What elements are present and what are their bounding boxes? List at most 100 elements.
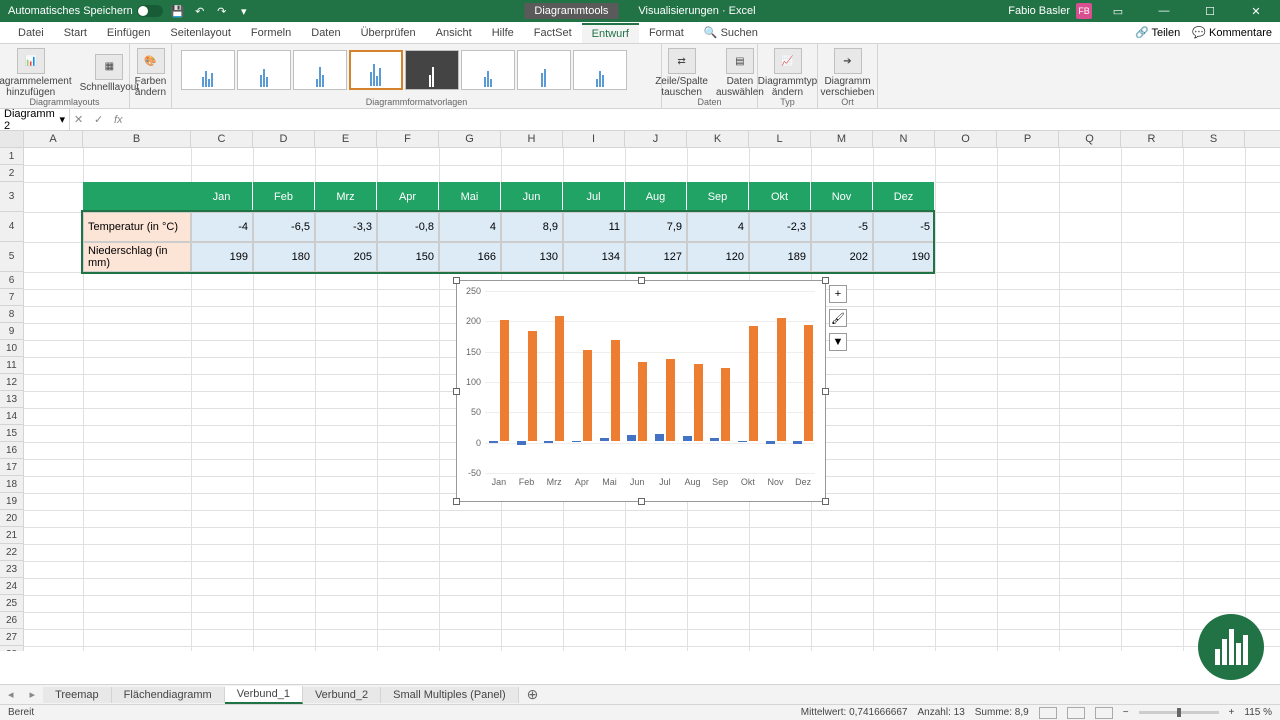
chart-bar[interactable]	[500, 320, 509, 441]
resize-handle[interactable]	[453, 498, 460, 505]
table-cell[interactable]: -5	[811, 212, 873, 242]
tab-daten[interactable]: Daten	[301, 24, 350, 42]
chart-style-thumb[interactable]	[181, 50, 235, 90]
table-header-cell[interactable]: Aug	[625, 182, 687, 212]
enter-icon[interactable]: ✓	[94, 113, 108, 126]
tab-format[interactable]: Format	[639, 24, 694, 42]
tab-ueberpruefen[interactable]: Überprüfen	[351, 24, 426, 42]
sheet-tab[interactable]: Treemap	[43, 687, 112, 703]
sheet-nav-next[interactable]: ▸	[22, 688, 44, 701]
tab-ansicht[interactable]: Ansicht	[426, 24, 482, 42]
col-header[interactable]: M	[811, 131, 873, 147]
change-colors-button[interactable]: 🎨 Farben ändern	[131, 46, 171, 100]
row-header[interactable]: 8	[0, 306, 23, 323]
view-pagebreak-button[interactable]	[1095, 707, 1113, 719]
col-header[interactable]: J	[625, 131, 687, 147]
row-header[interactable]: 20	[0, 510, 23, 527]
table-cell[interactable]: 130	[501, 242, 563, 272]
chart-bar[interactable]	[721, 368, 730, 441]
table-header-cell[interactable]: Nov	[811, 182, 873, 212]
chart-style-thumb[interactable]	[517, 50, 571, 90]
table-cell[interactable]: 150	[377, 242, 439, 272]
share-button[interactable]: 🔗 Teilen	[1135, 26, 1180, 39]
chart-bar[interactable]	[611, 340, 620, 441]
sheet-tab[interactable]: Small Multiples (Panel)	[381, 687, 518, 703]
table-header-cell[interactable]: Mrz	[315, 182, 377, 212]
chart-style-thumb[interactable]	[573, 50, 627, 90]
col-header[interactable]: Q	[1059, 131, 1121, 147]
row-header[interactable]: 23	[0, 561, 23, 578]
row-header[interactable]: 18	[0, 476, 23, 493]
chart-elements-button[interactable]: +	[829, 285, 847, 303]
close-button[interactable]: ✕	[1236, 0, 1276, 22]
chevron-down-icon[interactable]: ▾	[59, 113, 65, 126]
resize-handle[interactable]	[822, 388, 829, 395]
table-cell[interactable]: -5	[873, 212, 935, 242]
chart-style-thumb[interactable]	[237, 50, 291, 90]
sheet-nav-prev[interactable]: ◂	[0, 688, 22, 701]
col-header[interactable]: C	[191, 131, 253, 147]
table-header-cell[interactable]: Feb	[253, 182, 315, 212]
chart-style-thumb[interactable]	[349, 50, 403, 90]
add-chart-element-button[interactable]: 📊 Diagrammelement hinzufügen	[0, 46, 76, 100]
chart-bar[interactable]	[655, 434, 664, 441]
col-header[interactable]: L	[749, 131, 811, 147]
table-cell[interactable]: 11	[563, 212, 625, 242]
table-cell[interactable]: -2,3	[749, 212, 811, 242]
table-cell[interactable]: 4	[439, 212, 501, 242]
col-header[interactable]: A	[24, 131, 83, 147]
table-cell[interactable]: 134	[563, 242, 625, 272]
add-sheet-button[interactable]: ⊕	[519, 686, 547, 703]
change-chart-type-button[interactable]: 📈 Diagrammtyp ändern	[754, 46, 821, 100]
chart-bar[interactable]	[528, 331, 537, 440]
select-all-corner[interactable]	[0, 131, 24, 147]
col-header[interactable]: E	[315, 131, 377, 147]
row-header[interactable]: 9	[0, 323, 23, 340]
user-name[interactable]: Fabio Basler	[1008, 5, 1070, 17]
resize-handle[interactable]	[822, 277, 829, 284]
resize-handle[interactable]	[822, 498, 829, 505]
table-cell[interactable]: 120	[687, 242, 749, 272]
comments-button[interactable]: 💬 Kommentare	[1192, 26, 1272, 39]
row-header[interactable]: 15	[0, 425, 23, 442]
table-cell[interactable]: 205	[315, 242, 377, 272]
table-cell[interactable]: 8,9	[501, 212, 563, 242]
zoom-in-button[interactable]: +	[1229, 707, 1235, 718]
col-header[interactable]: H	[501, 131, 563, 147]
tab-suchen[interactable]: 🔍 Suchen	[694, 23, 768, 42]
save-icon[interactable]: 💾	[171, 4, 185, 18]
autosave-toggle[interactable]: Automatisches Speichern	[8, 5, 163, 17]
tab-entwurf[interactable]: Entwurf	[582, 23, 639, 43]
table-header-cell[interactable]: Okt	[749, 182, 811, 212]
row-header[interactable]: 10	[0, 340, 23, 357]
row-header[interactable]: 5	[0, 242, 23, 272]
table-header-cell[interactable]: Jan	[191, 182, 253, 212]
table-cell[interactable]: 4	[687, 212, 749, 242]
zoom-slider[interactable]	[1139, 711, 1219, 714]
sheet-tab[interactable]: Verbund_2	[303, 687, 381, 703]
tab-datei[interactable]: Datei	[8, 24, 54, 42]
row-header[interactable]: 1	[0, 148, 23, 165]
minimize-button[interactable]: —	[1144, 0, 1184, 22]
table-header-cell[interactable]: Mai	[439, 182, 501, 212]
table-cell[interactable]: -3,3	[315, 212, 377, 242]
name-box[interactable]: Diagramm 2▾	[0, 108, 70, 132]
col-header[interactable]: K	[687, 131, 749, 147]
table-row-label[interactable]: Temperatur (in °C)	[83, 212, 191, 242]
row-header[interactable]: 22	[0, 544, 23, 561]
chart-bar[interactable]	[638, 362, 647, 441]
ribbon-options-icon[interactable]: ▭	[1098, 0, 1138, 22]
col-header[interactable]: N	[873, 131, 935, 147]
zoom-level[interactable]: 115 %	[1244, 707, 1272, 718]
table-header-cell[interactable]: Jun	[501, 182, 563, 212]
tab-hilfe[interactable]: Hilfe	[482, 24, 524, 42]
resize-handle[interactable]	[453, 388, 460, 395]
sheet-tab[interactable]: Verbund_1	[225, 686, 303, 704]
row-header[interactable]: 14	[0, 408, 23, 425]
table-header-cell[interactable]: Dez	[873, 182, 935, 212]
tab-formeln[interactable]: Formeln	[241, 24, 301, 42]
chart-style-gallery[interactable]	[177, 46, 657, 94]
table-cell[interactable]: 166	[439, 242, 501, 272]
chart-bar[interactable]	[777, 318, 786, 441]
user-avatar[interactable]: FB	[1076, 3, 1092, 19]
